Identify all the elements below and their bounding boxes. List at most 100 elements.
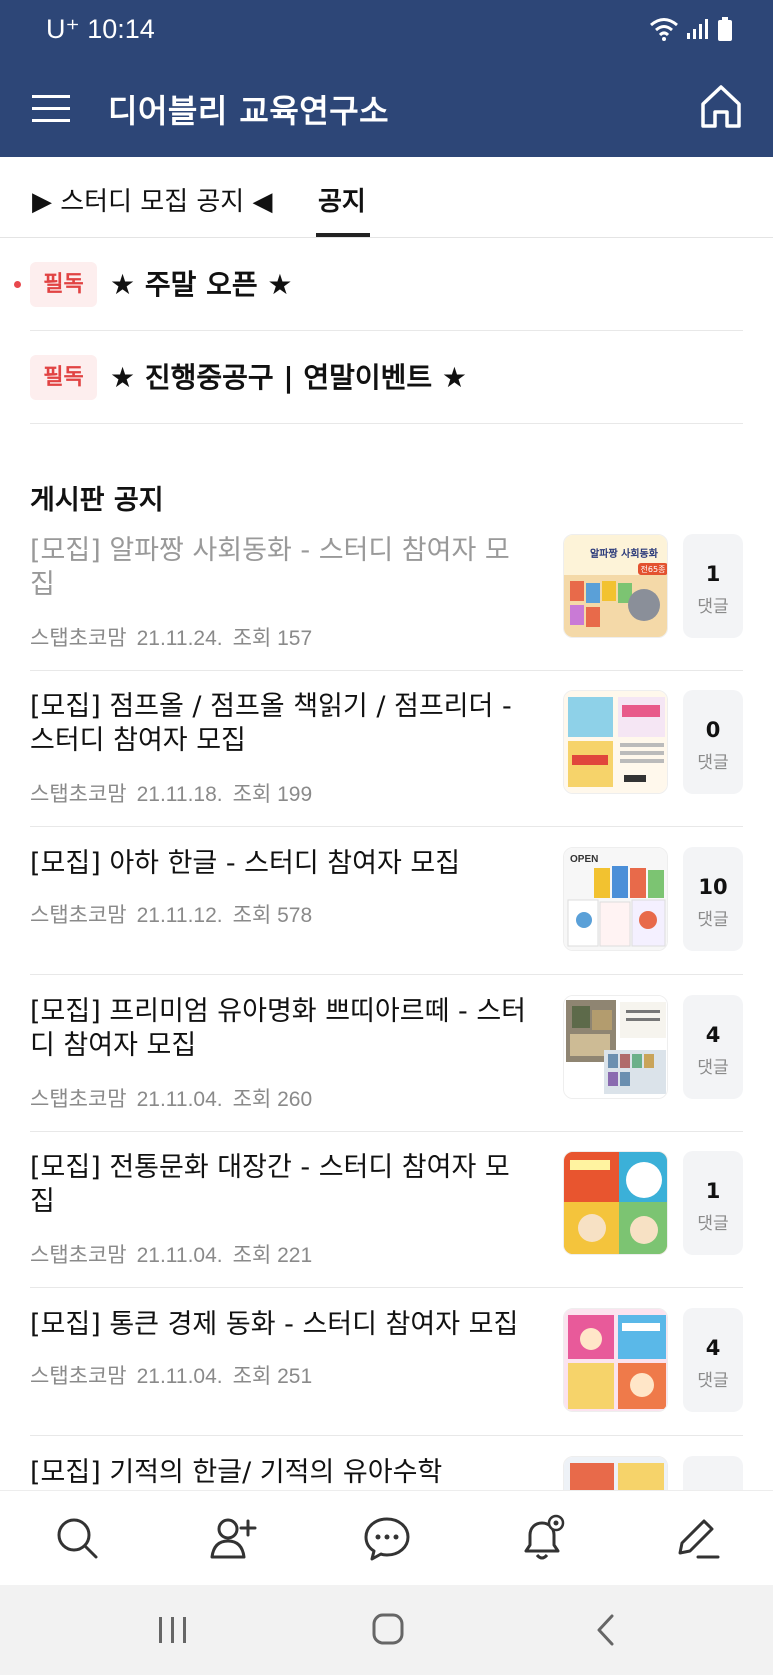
- pinned-notice[interactable]: 필독 ★ 주말 오픈 ★: [14, 238, 743, 331]
- comment-count: 4: [705, 1336, 721, 1360]
- post-title: [모집] 기적의 한글/ 기적의 유아수학: [30, 1457, 443, 1488]
- comment-count: 1: [705, 562, 721, 586]
- home-icon: [372, 1613, 404, 1645]
- search-button[interactable]: [52, 1513, 104, 1565]
- chat-button[interactable]: [361, 1513, 413, 1565]
- battery-icon: [718, 17, 732, 41]
- unread-dot: [14, 281, 21, 288]
- add-member-icon: [210, 1518, 257, 1559]
- home-button[interactable]: [697, 82, 745, 132]
- post-meta: 스탭초코맘 21.11.24. 조회 157: [30, 622, 322, 652]
- post-author: 스탭초코맘: [30, 904, 127, 927]
- menu-button[interactable]: [28, 88, 76, 130]
- status-icons: [649, 16, 733, 42]
- comment-label: 댓글: [697, 910, 729, 930]
- comment-label: 댓글: [697, 1058, 729, 1078]
- post-date: 21.11.24.: [136, 627, 223, 650]
- comment-label: 댓글: [697, 753, 729, 773]
- post-author: 스탭초코맘: [30, 783, 127, 806]
- hamburger-menu-icon: [32, 95, 70, 122]
- post-thumbnail: OPEN: [563, 847, 668, 951]
- thumb-title: 알파짱 사회동화: [590, 547, 659, 560]
- post-meta: 스탭초코맘 21.11.04. 조회 221: [30, 1239, 322, 1269]
- recent-apps-icon: [159, 1617, 186, 1643]
- comment-count: 0: [705, 718, 721, 742]
- post-meta: 스탭초코맘 21.11.12. 조회 578: [30, 899, 322, 929]
- tab-notice[interactable]: 공지: [318, 181, 366, 218]
- comment-count-box[interactable]: 1 댓글: [683, 1151, 743, 1255]
- post-meta: 스탭초코맘 21.11.04. 조회 260: [30, 1083, 322, 1113]
- post-meta: 스탭초코맘 21.11.18. 조회 199: [30, 778, 322, 808]
- bottom-nav: [0, 1490, 773, 1585]
- post-views: 조회 251: [232, 1365, 313, 1388]
- post-title: [모집] 전통문화 대장간 - 스터디 참여자 모집: [30, 1152, 510, 1217]
- post-date: 21.11.18.: [136, 783, 223, 806]
- post-date: 21.11.12.: [136, 904, 223, 927]
- post-thumbnail: [563, 1151, 668, 1255]
- post-author: 스탭초코맘: [30, 1365, 127, 1388]
- notification-settings-icon: [524, 1514, 565, 1560]
- post-thumbnail: [563, 1308, 668, 1412]
- post-meta: 스탭초코맘 21.11.04. 조회 251: [30, 1360, 322, 1390]
- system-home-button[interactable]: [369, 1613, 409, 1647]
- post-title: [모집] 프리미엄 유아명화 쁘띠아르떼 - 스터디 참여자 모집: [30, 996, 527, 1061]
- recent-apps-button[interactable]: [153, 1613, 193, 1647]
- thumb-badge: 전65종: [641, 564, 666, 574]
- signal-icon: [687, 19, 708, 39]
- post-item[interactable]: [모집] 아하 한글 - 스터디 참여자 모집 스탭초코맘 21.11.12. 조회…: [30, 847, 743, 975]
- comment-count-box[interactable]: 4 댓글: [683, 1308, 743, 1412]
- must-read-badge: 필독: [30, 355, 97, 400]
- post-title: [모집] 점프올 / 점프올 책읽기 / 점프리더 - 스터디 참여자 모집: [30, 691, 512, 756]
- post-date: 21.11.04.: [136, 1244, 223, 1267]
- post-item[interactable]: [모집] 통큰 경제 동화 - 스터디 참여자 모집 스탭초코맘 21.11.04…: [30, 1308, 743, 1436]
- post-item[interactable]: [모집] 점프올 / 점프올 책읽기 / 점프리더 - 스터디 참여자 모집 스…: [30, 690, 743, 827]
- add-member-button[interactable]: [208, 1513, 260, 1565]
- post-views: 조회 199: [232, 783, 313, 806]
- pinned-notice-title: ★ 진행중공구 | 연말이벤트 ★: [110, 361, 468, 394]
- tab-bar: ▶ 스터디 모집 공지 ◀ 공지: [0, 157, 773, 238]
- wifi-icon: [650, 18, 678, 41]
- thumb-label: OPEN: [570, 854, 598, 865]
- pinned-notice[interactable]: 필독 ★ 진행중공구 | 연말이벤트 ★: [30, 331, 743, 424]
- app-header: 디어블리 교육연구소: [0, 60, 773, 157]
- back-button[interactable]: [588, 1613, 628, 1647]
- post-author: 스탭초코맘: [30, 627, 127, 650]
- search-icon: [57, 1518, 98, 1559]
- chat-icon: [364, 1517, 410, 1561]
- comment-count-box[interactable]: 1 댓글: [683, 534, 743, 638]
- tab-study-recruit-notice[interactable]: ▶ 스터디 모집 공지 ◀: [32, 181, 273, 218]
- comment-count-box[interactable]: 0 댓글: [683, 690, 743, 794]
- post-date: 21.11.04.: [136, 1088, 223, 1111]
- post-item[interactable]: [모집] 프리미엄 유아명화 쁘띠아르떼 - 스터디 참여자 모집 스탭초코맘 2…: [30, 995, 743, 1132]
- must-read-badge: 필독: [30, 262, 97, 307]
- home-icon: [701, 85, 741, 128]
- post-item[interactable]: [모집] 전통문화 대장간 - 스터디 참여자 모집 스탭초코맘 21.11.04…: [30, 1151, 743, 1288]
- page-title: 디어블리 교육연구소: [108, 92, 390, 130]
- comment-count-box[interactable]: 10 댓글: [683, 847, 743, 951]
- post-views: 조회 221: [232, 1244, 313, 1267]
- system-nav: [0, 1585, 773, 1675]
- post-title: [모집] 알파짱 사회동화 - 스터디 참여자 모집: [30, 535, 510, 600]
- comment-label: 댓글: [697, 1371, 729, 1391]
- post-author: 스탭초코맘: [30, 1244, 127, 1267]
- comment-count: 1: [705, 1179, 721, 1203]
- comment-label: 댓글: [697, 597, 729, 617]
- post-views: 조회 157: [232, 627, 313, 650]
- comment-label: 댓글: [697, 1214, 729, 1234]
- comment-count: 10: [698, 875, 728, 899]
- status-bar: U⁺ 10:14: [0, 0, 773, 60]
- post-thumbnail: [563, 690, 668, 794]
- post-views: 조회 260: [232, 1088, 313, 1111]
- comment-count-box[interactable]: 4 댓글: [683, 995, 743, 1099]
- write-button[interactable]: [670, 1513, 722, 1565]
- pinned-notice-title: ★ 주말 오픈 ★: [110, 268, 293, 301]
- active-tab-indicator: [316, 233, 370, 237]
- back-icon: [597, 1614, 614, 1646]
- section-title: 게시판 공지: [30, 485, 164, 516]
- carrier-time: U⁺ 10:14: [46, 14, 155, 44]
- post-title: [모집] 통큰 경제 동화 - 스터디 참여자 모집: [30, 1309, 519, 1340]
- post-thumbnail: 전65종 알파짱 사회동화: [563, 534, 668, 638]
- post-item[interactable]: [모집] 알파짱 사회동화 - 스터디 참여자 모집 스탭초코맘 21.11.24…: [30, 534, 743, 671]
- notification-settings-button[interactable]: [516, 1513, 568, 1565]
- post-title: [모집] 아하 한글 - 스터디 참여자 모집: [30, 848, 461, 879]
